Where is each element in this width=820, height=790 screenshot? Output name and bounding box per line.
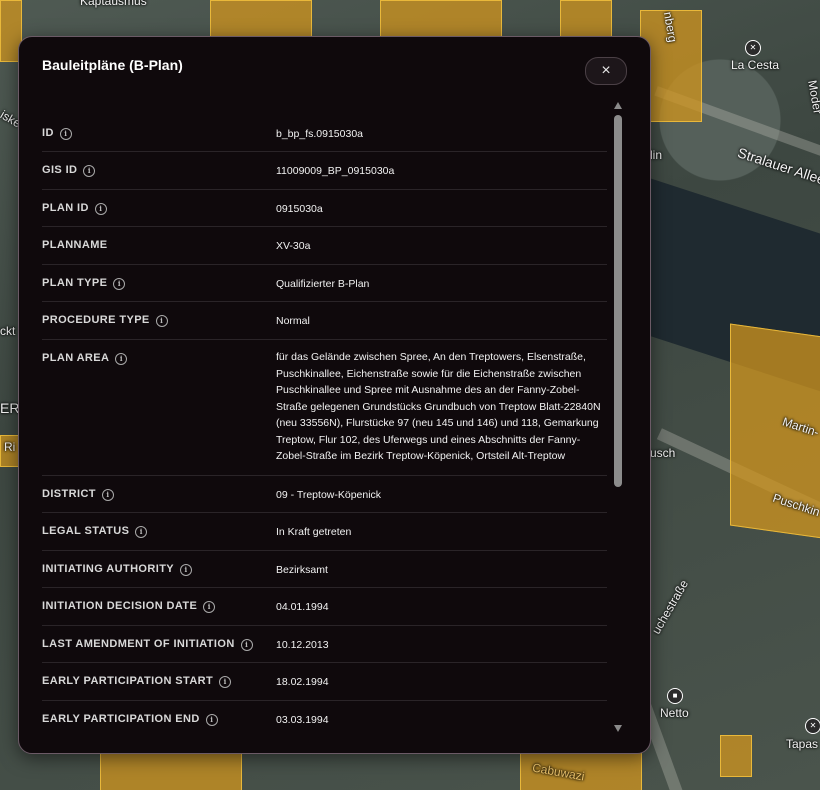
attribute-value: Bezirksamt (276, 564, 328, 576)
restaurant-icon[interactable]: ✕ (805, 718, 820, 734)
close-icon: × (601, 62, 611, 79)
attribute-value: b_bp_fs.0915030a (276, 128, 363, 140)
info-icon[interactable]: i (219, 675, 232, 688)
info-icon[interactable]: i (203, 600, 216, 613)
map-label: La Cesta (731, 58, 780, 72)
scrollbar[interactable] (612, 99, 624, 735)
scroll-up-arrow-icon[interactable] (614, 102, 622, 109)
info-icon[interactable]: i (155, 314, 168, 327)
attribute-value: Qualifizierter B-Plan (276, 278, 370, 290)
info-icon[interactable]: i (101, 488, 114, 501)
attribute-row-early-participation-start: EARLY PARTICIPATION START i 18.02.1994 (42, 663, 607, 701)
attribute-row-last-amendment: LAST AMENDMENT OF INITIATION i 10.12.2013 (42, 626, 607, 663)
scroll-down-arrow-icon[interactable] (614, 725, 622, 732)
attribute-value: 04.01.1994 (276, 601, 329, 613)
map-label: lin (650, 148, 663, 162)
attribute-value: 09 - Treptow-Köpenick (276, 489, 382, 501)
map-label: Netto (660, 706, 689, 720)
scrollbar-thumb[interactable] (614, 115, 622, 487)
attribute-label: ID (42, 127, 54, 139)
attribute-row-plan-area: PLAN AREA i für das Gelände zwischen Spre… (42, 340, 607, 476)
attribute-label: PLAN TYPE (42, 277, 108, 289)
plan-zone[interactable] (100, 752, 242, 790)
feature-info-panel: Bauleitpläne (B-Plan) × ID i b_bp_fs.0915… (18, 36, 651, 754)
attribute-row-plan-id: PLAN ID i 0915030a (42, 190, 607, 227)
attribute-row-id: ID i b_bp_fs.0915030a (42, 115, 607, 152)
attribute-value: 10.12.2013 (276, 639, 329, 651)
plan-zone[interactable] (210, 0, 312, 38)
plan-zone[interactable] (720, 735, 752, 777)
attribute-label: PLAN AREA (42, 352, 110, 364)
attribute-label: EARLY PARTICIPATION END (42, 713, 200, 725)
attribute-label: PLAN ID (42, 202, 89, 214)
attribute-label: PLANNAME (42, 239, 108, 251)
info-icon[interactable]: i (113, 277, 126, 290)
info-icon[interactable]: i (205, 713, 218, 726)
attribute-value: 03.03.1994 (276, 714, 329, 726)
plan-zone[interactable] (560, 0, 612, 38)
attribute-row-plan-type: PLAN TYPE i Qualifizierter B-Plan (42, 265, 607, 302)
map-label: uchestraße (648, 577, 692, 637)
attribute-row-procedure-type: PROCEDURE TYPE i Normal (42, 302, 607, 340)
attribute-value: XV-30a (276, 240, 311, 252)
attribute-value: Normal (276, 315, 310, 327)
attribute-row-initiation-decision-date: INITIATION DECISION DATE i 04.01.1994 (42, 588, 607, 626)
close-button[interactable]: × (585, 57, 627, 85)
attribute-label: DISTRICT (42, 488, 96, 500)
attribute-row-early-participation-end: EARLY PARTICIPATION END i 03.03.1994 (42, 701, 607, 733)
map-label: Moder (805, 79, 820, 115)
info-icon[interactable]: i (240, 638, 253, 651)
attribute-label: INITIATION DECISION DATE (42, 600, 198, 612)
map-label: usch (650, 446, 676, 460)
attribute-row-initiating-authority: INITIATING AUTHORITY i Bezirksamt (42, 551, 607, 588)
info-icon[interactable]: i (83, 164, 96, 177)
map-label: Tapas (786, 737, 819, 751)
panel-title: Bauleitpläne (B-Plan) (42, 57, 183, 73)
info-icon[interactable]: i (180, 563, 193, 576)
attribute-label: INITIATING AUTHORITY (42, 563, 175, 575)
info-icon[interactable]: i (59, 127, 72, 140)
info-icon[interactable]: i (135, 525, 148, 538)
attribute-row-planname: PLANNAME XV-30a (42, 227, 607, 265)
map-label: ckt (0, 324, 16, 338)
attribute-value: In Kraft getreten (276, 526, 352, 538)
map-label: Ri (4, 440, 16, 454)
attribute-label: PROCEDURE TYPE (42, 314, 150, 326)
shopping-icon[interactable]: ■ (667, 688, 683, 704)
attribute-row-district: DISTRICT i 09 - Treptow-Köpenick (42, 476, 607, 513)
attribute-list[interactable]: ID i b_bp_fs.0915030a GIS ID i 11009009_BP… (42, 115, 607, 733)
attribute-label: LEGAL STATUS (42, 525, 130, 537)
attribute-row-legal-status: LEGAL STATUS i In Kraft getreten (42, 513, 607, 551)
attribute-row-gis-id: GIS ID i 11009009_BP_0915030a (42, 152, 607, 190)
scrollbar-track[interactable] (612, 113, 624, 721)
map-label: ER (0, 400, 20, 416)
attribute-value: 11009009_BP_0915030a (276, 165, 395, 177)
info-icon[interactable]: i (94, 202, 107, 215)
info-icon[interactable]: i (115, 352, 128, 365)
plan-zone[interactable] (380, 0, 502, 38)
attribute-label: EARLY PARTICIPATION START (42, 675, 214, 687)
attribute-value: 0915030a (276, 203, 323, 215)
restaurant-icon[interactable]: ✕ (745, 40, 761, 56)
map-label: Kaptausmus (80, 0, 147, 8)
attribute-label: GIS ID (42, 164, 78, 176)
attribute-value: für das Gelände zwischen Spree, An den T… (276, 351, 601, 462)
attribute-label: LAST AMENDMENT OF INITIATION (42, 638, 235, 650)
attribute-value: 18.02.1994 (276, 676, 329, 688)
